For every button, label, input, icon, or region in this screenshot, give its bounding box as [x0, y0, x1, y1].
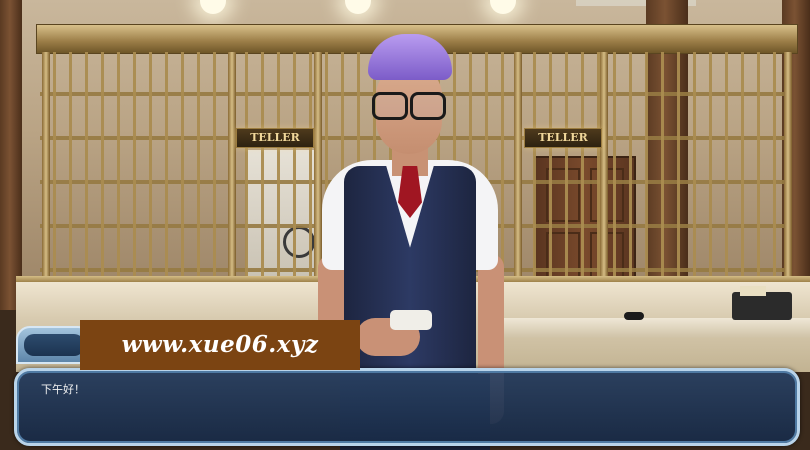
speaker-name-inner [24, 334, 84, 356]
cage-post [600, 52, 608, 292]
paper-sheet [740, 286, 766, 296]
document-tray [732, 292, 792, 320]
watermark-banner: www.xue06.xyz [80, 320, 360, 370]
dialogue-box[interactable]: 下午好！ [14, 368, 800, 446]
pen-holder [624, 312, 644, 320]
cage-post [42, 52, 50, 292]
glasses-icon [372, 92, 446, 120]
phone-icon [390, 310, 432, 330]
cage-post [228, 52, 236, 292]
desk-surface [498, 318, 810, 338]
glasses-lens [372, 92, 408, 120]
teller-sign-right: TELLER [524, 128, 602, 148]
glasses-lens [410, 92, 446, 120]
cage-post [784, 52, 792, 292]
dialogue-text: 下午好！ [41, 383, 85, 396]
cage-post [514, 52, 522, 292]
wood-pillar-left [0, 0, 22, 310]
teller-sign-left: TELLER [236, 128, 314, 148]
character-hair [368, 34, 452, 80]
